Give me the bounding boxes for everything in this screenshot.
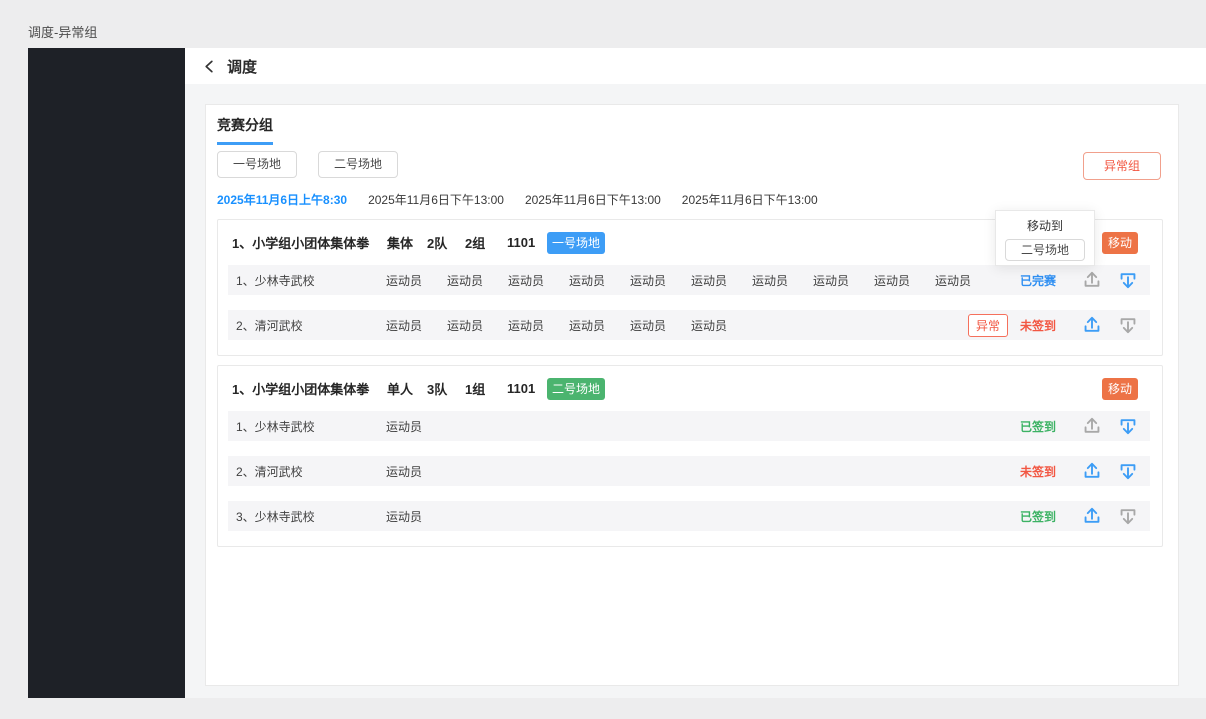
athlete-label: 运动员 — [386, 508, 447, 525]
back-button-chevron-left-icon[interactable] — [202, 59, 217, 74]
abnormal-badge: 异常 — [968, 314, 1008, 337]
move-to-popup: 移动到 二号场地 — [995, 210, 1095, 266]
check-in-stage-up-arrow-icon[interactable] — [1082, 270, 1102, 290]
app-window: 调度 竞赛分组 一号场地 二号场地 异常组 2025年11月6日上午8:3020… — [28, 48, 1206, 698]
athlete-label: 运动员 — [691, 317, 752, 334]
check-in-stage-up-arrow-icon[interactable] — [1082, 416, 1102, 436]
athlete-label: 运动员 — [508, 317, 569, 334]
move-button[interactable]: 移动 — [1102, 378, 1138, 400]
abnormal-group-button[interactable]: 异常组 — [1083, 152, 1161, 180]
check-in-stage-up-arrow-icon[interactable] — [1082, 461, 1102, 481]
group-column: 集体 — [387, 233, 427, 252]
athlete-label: 运动员 — [630, 272, 691, 289]
group-card-header: 1、小学组小团体集体拳 单人3队1组1101 二号场地 移动 — [218, 366, 1162, 411]
team-name: 1、少林寺武校 — [236, 418, 386, 435]
field-2-button[interactable]: 二号场地 — [318, 151, 398, 178]
move-to-popup-title: 移动到 — [996, 217, 1094, 234]
row-status-cluster: 已完赛 — [1020, 270, 1138, 290]
main-panel: 竞赛分组 一号场地 二号场地 异常组 2025年11月6日上午8:302025年… — [205, 104, 1179, 686]
check-out-stage-down-arrow-icon[interactable] — [1118, 461, 1138, 481]
athlete-label: 运动员 — [508, 272, 569, 289]
team-name: 3、少林寺武校 — [236, 508, 386, 525]
row-status-cluster: 未签到 — [1020, 461, 1138, 481]
group-column: 2队 — [427, 233, 465, 252]
status-text: 已签到 — [1020, 418, 1056, 435]
athlete-label: 运动员 — [569, 272, 630, 289]
team-row: 3、少林寺武校 运动员 已签到 — [228, 501, 1150, 531]
team-name: 2、清河武校 — [236, 317, 386, 334]
move-to-field-2-option[interactable]: 二号场地 — [1005, 239, 1085, 261]
session-tabs: 2025年11月6日上午8:30 2025年11月6日下午13:00 2025年11… — [217, 191, 818, 208]
status-text: 已完赛 — [1020, 272, 1056, 289]
status-text: 未签到 — [1020, 463, 1056, 480]
session-date-tab[interactable]: 2025年11月6日下午13:00 — [682, 191, 818, 208]
sidebar — [28, 48, 185, 698]
group-column: 1101 — [507, 235, 547, 250]
athlete-label: 运动员 — [874, 272, 935, 289]
session-date-tab[interactable]: 2025年11月6日下午13:00 — [368, 191, 504, 208]
athlete-label: 运动员 — [386, 317, 447, 334]
venue-badge: 二号场地 — [547, 378, 605, 400]
row-status-cluster: 异常 未签到 — [968, 314, 1138, 337]
athlete-label: 运动员 — [386, 463, 447, 480]
group-column: 单人 — [387, 379, 427, 398]
field-buttons-row: 一号场地 二号场地 — [217, 151, 398, 178]
athlete-label: 运动员 — [935, 272, 996, 289]
field-1-button[interactable]: 一号场地 — [217, 151, 297, 178]
session-date-tab[interactable]: 2025年11月6日下午13:00 — [525, 191, 661, 208]
row-status-cluster: 已签到 — [1020, 416, 1138, 436]
check-out-stage-down-arrow-icon[interactable] — [1118, 315, 1138, 335]
move-button[interactable]: 移动 — [1102, 232, 1138, 254]
row-status-cluster: 已签到 — [1020, 506, 1138, 526]
topbar-title: 调度 — [227, 56, 257, 77]
athlete-label: 运动员 — [447, 317, 508, 334]
group-column: 1组 — [465, 379, 507, 398]
status-text: 未签到 — [1020, 317, 1056, 334]
topbar: 调度 — [185, 48, 1206, 84]
venue-badge: 一号场地 — [547, 232, 605, 254]
athlete-label: 运动员 — [813, 272, 874, 289]
page-title: 调度-异常组 — [28, 22, 97, 41]
athlete-label: 运动员 — [447, 272, 508, 289]
group-rows: 1、少林寺武校 运动员 已签到 2、清河武校 运动员 — [218, 411, 1162, 531]
team-row: 1、少林寺武校 运动员 已签到 — [228, 411, 1150, 441]
group-card: 1、小学组小团体集体拳 单人3队1组1101 二号场地 移动 1、少林寺武校 运… — [217, 365, 1163, 547]
team-name: 2、清河武校 — [236, 463, 386, 480]
athlete-label: 运动员 — [691, 272, 752, 289]
group-rows: 1、少林寺武校 运动员运动员运动员运动员运动员运动员运动员运动员运动员运动员 已… — [218, 265, 1162, 340]
group-cards: 1、小学组小团体集体拳 集体2队2组1101 一号场地 移动 1、少林寺武校 运… — [217, 219, 1163, 556]
check-in-stage-up-arrow-icon[interactable] — [1082, 315, 1102, 335]
athlete-label: 运动员 — [752, 272, 813, 289]
team-row: 2、清河武校 运动员 未签到 — [228, 456, 1150, 486]
group-title: 1、小学组小团体集体拳 — [232, 233, 387, 252]
group-column: 3队 — [427, 379, 465, 398]
athlete-label: 运动员 — [569, 317, 630, 334]
check-out-stage-down-arrow-icon[interactable] — [1118, 270, 1138, 290]
group-column: 2组 — [465, 233, 507, 252]
team-row: 1、少林寺武校 运动员运动员运动员运动员运动员运动员运动员运动员运动员运动员 已… — [228, 265, 1150, 295]
check-out-stage-down-arrow-icon[interactable] — [1118, 416, 1138, 436]
status-text: 已签到 — [1020, 508, 1056, 525]
group-title: 1、小学组小团体集体拳 — [232, 379, 387, 398]
group-column: 1101 — [507, 381, 547, 396]
check-in-stage-up-arrow-icon[interactable] — [1082, 506, 1102, 526]
team-row: 2、清河武校 运动员运动员运动员运动员运动员运动员 异常 未签到 — [228, 310, 1150, 340]
team-name: 1、少林寺武校 — [236, 272, 386, 289]
session-date-tab[interactable]: 2025年11月6日上午8:30 — [217, 191, 347, 208]
athlete-label: 运动员 — [386, 272, 447, 289]
athlete-label: 运动员 — [630, 317, 691, 334]
tab-competition-groups[interactable]: 竞赛分组 — [217, 115, 273, 145]
check-out-stage-down-arrow-icon[interactable] — [1118, 506, 1138, 526]
athlete-label: 运动员 — [386, 418, 447, 435]
